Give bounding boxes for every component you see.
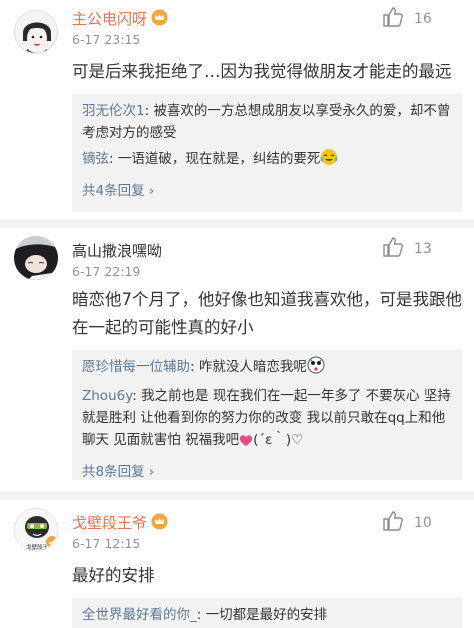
reply-box[interactable]: 全世界最好看的你_: 一切都是最好的安排 [72,598,462,628]
like-button[interactable]: 16 [382,6,432,32]
laughing-crying-emoji [320,148,338,173]
vip-crown-icon [151,513,168,534]
colon: : [190,359,199,375]
avatar[interactable]: 戈壁段王 [14,508,58,552]
thumbs-up-icon [382,6,404,32]
avatar[interactable] [14,236,58,280]
surprised-face-emoji [307,356,325,381]
vip-crown-icon [151,9,168,30]
reply-text: 一语道破，现在就是，纠结的要死 [117,151,321,167]
username[interactable]: 高山撒浪嘿呦 [72,240,162,261]
reply-username[interactable]: 全世界最好看的你_ [82,607,197,623]
comment-3: 戈壁段王 戈壁段王爷 6-17 12:15 10 最好的安排 全世界最好看的你_… [0,500,474,628]
comment-1: 主公电闪呀 6-17 23:15 16 可是后来我拒绝了…因为我觉得做朋友才能走… [0,0,474,219]
username-text[interactable]: 主公电闪呀 [72,10,147,28]
comment-2: 高山撒浪嘿呦 6-17 22:19 13 暗恋他7个月了，他好像也知道我喜欢他，… [0,228,474,491]
comment-time: 6-17 23:15 [72,32,141,47]
kaomoji: (´ε｀)♡ [253,432,304,448]
reply-item[interactable]: Zhou6y: 我之前也是 现在我们在一起一年多了 不要灰心 坚持就是胜利 让他… [82,385,452,454]
avatar[interactable] [14,10,58,54]
comment-time: 6-17 22:19 [72,264,141,279]
divider [0,219,474,228]
reply-username[interactable]: Zhou6y [82,388,132,404]
username[interactable]: 戈壁段王爷 [72,512,168,534]
more-replies-link[interactable]: 共8条回复 › [82,460,452,480]
like-button[interactable]: 10 [382,510,432,536]
chevron-right-icon: › [148,183,155,199]
username[interactable]: 主公电闪呀 [72,8,168,30]
reply-box[interactable]: 羽无伦次1: 被喜欢的一方总想成朋友以享受永久的爱，却不曾考虑对方的感受 镝弦:… [72,94,462,212]
reply-text: 咋就没人暗恋我呢 [198,359,307,375]
more-replies-text[interactable]: 共4条回复 [82,183,145,199]
chevron-right-icon: › [148,464,155,480]
reply-text: 一切都是最好的安排 [205,607,328,623]
reply-item[interactable]: 羽无伦次1: 被喜欢的一方总想成朋友以享受永久的爱，却不曾考虑对方的感受 [82,100,452,144]
like-count: 10 [414,515,432,531]
colon: : [196,607,206,623]
more-replies-link[interactable]: 共4条回复 › [82,179,452,199]
comment-text: 可是后来我拒绝了…因为我觉得做朋友才能走的最远 [72,62,452,81]
verified-badge-icon [45,534,57,551]
comment-text: 暗恋他7个月了，他好像也知道我喜欢他，可是我跟他在一起的可能性真的好小 [72,290,462,337]
colon: : [109,151,118,167]
thumbs-up-icon [382,236,404,262]
reply-item[interactable]: 全世界最好看的你_: 一切都是最好的安排 [82,604,452,626]
comment-text: 最好的安排 [72,566,155,585]
reply-username[interactable]: 愿珍惜每一位辅助 [82,359,190,375]
thumbs-up-icon [382,510,404,536]
reply-item[interactable]: 愿珍惜每一位辅助: 咋就没人暗恋我呢 [82,356,452,381]
reply-box[interactable]: 愿珍惜每一位辅助: 咋就没人暗恋我呢 Zhou6y: 我之前也是 现在我们在一起… [72,350,462,480]
colon: : [132,388,142,404]
like-count: 16 [414,11,432,27]
like-count: 13 [414,241,432,257]
username-text[interactable]: 戈壁段王爷 [72,514,147,532]
like-button[interactable]: 13 [382,236,432,262]
comment-time: 6-17 12:15 [72,536,141,551]
heart-emoji [239,432,253,454]
more-replies-text[interactable]: 共8条回复 [82,464,145,480]
divider [0,491,474,500]
reply-item[interactable]: 镝弦: 一语道破，现在就是，纠结的要死 [82,148,452,173]
reply-username[interactable]: 羽无伦次1 [82,103,145,119]
reply-username[interactable]: 镝弦 [82,151,109,167]
